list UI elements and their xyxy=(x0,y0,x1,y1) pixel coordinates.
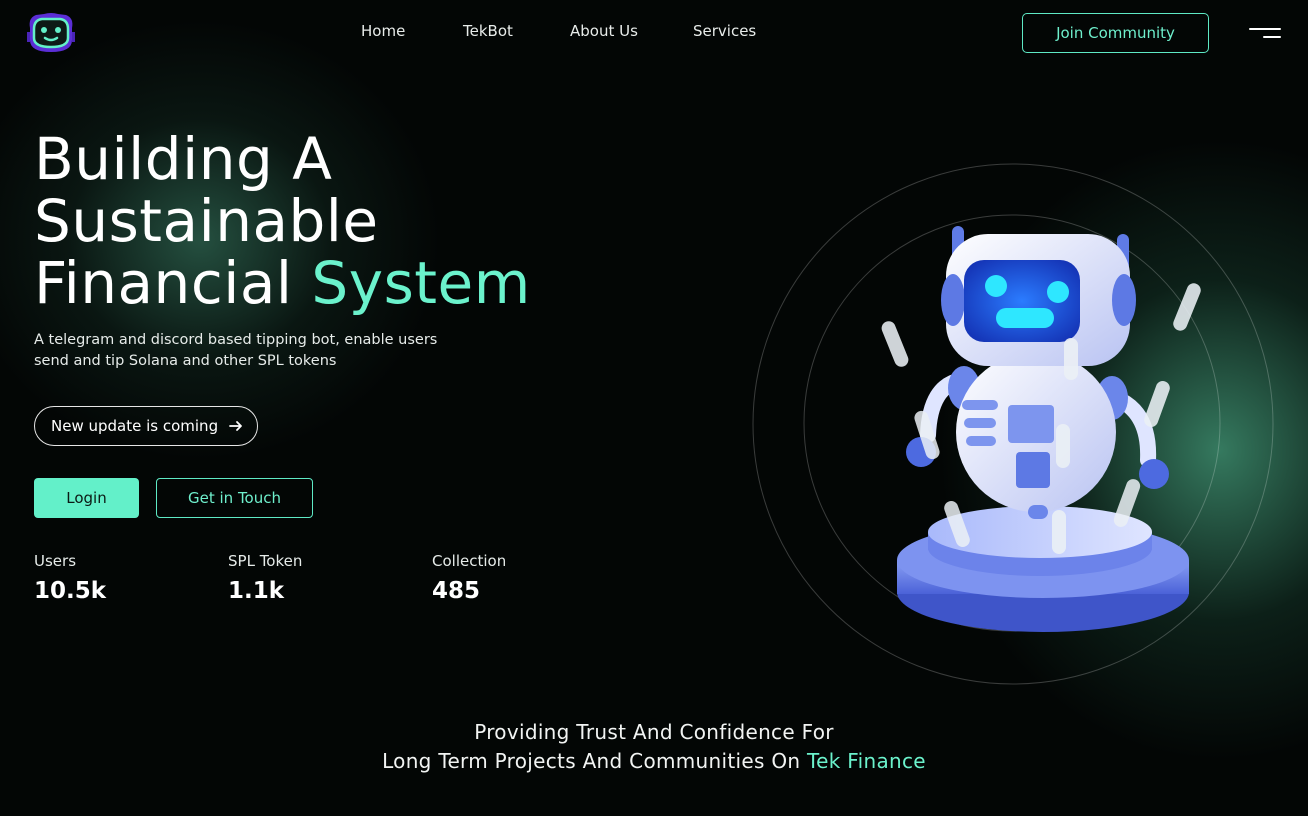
stat-value: 10.5k xyxy=(34,578,107,604)
arrow-right-icon xyxy=(229,421,242,431)
stat-label: Collection xyxy=(432,552,507,570)
stat-users: Users 10.5k xyxy=(34,552,106,604)
stat-collection: Collection 485 xyxy=(432,552,506,604)
headline-accent: System xyxy=(311,249,531,317)
nav-about-us[interactable]: About Us xyxy=(570,22,638,40)
tagline-brand-link: Tek Finance xyxy=(807,749,926,773)
nav-tekbot[interactable]: TekBot xyxy=(463,22,513,40)
login-button[interactable]: Login xyxy=(34,478,139,518)
hero-headline: Building A Sustainable Financial System xyxy=(34,128,654,314)
menu-line-top xyxy=(1249,28,1281,30)
robot-illustration xyxy=(752,163,1274,685)
robot-face-logo-icon[interactable] xyxy=(24,10,78,54)
nav-home[interactable]: Home xyxy=(361,22,405,40)
tagline-line-2: Long Term Projects And Communities On Te… xyxy=(0,747,1308,776)
tagline-line-1: Providing Trust And Confidence For xyxy=(474,720,834,744)
get-in-touch-button[interactable]: Get in Touch xyxy=(156,478,313,518)
menu-line-bottom xyxy=(1263,36,1281,38)
headline-line-2: Sustainable xyxy=(34,187,379,255)
update-label: New update is coming xyxy=(51,417,219,435)
stat-label: Users xyxy=(34,552,77,570)
stat-value: 485 xyxy=(432,578,481,604)
update-announcement-button[interactable]: New update is coming xyxy=(34,406,258,446)
nav-services[interactable]: Services xyxy=(693,22,756,40)
stat-label: SPL Token xyxy=(228,552,303,570)
hamburger-menu-icon[interactable] xyxy=(1249,26,1283,40)
tagline: Providing Trust And Confidence For Long … xyxy=(0,718,1308,776)
stat-spl-token: SPL Token 1.1k xyxy=(228,552,302,604)
headline-line-1: Building A xyxy=(34,125,333,193)
headline-line-3: Financial xyxy=(34,249,293,317)
hero-description: A telegram and discord based tipping bot… xyxy=(34,332,438,369)
stat-value: 1.1k xyxy=(228,578,285,604)
tagline-line-2-text: Long Term Projects And Communities On xyxy=(382,749,801,773)
join-community-button[interactable]: Join Community xyxy=(1022,13,1209,53)
